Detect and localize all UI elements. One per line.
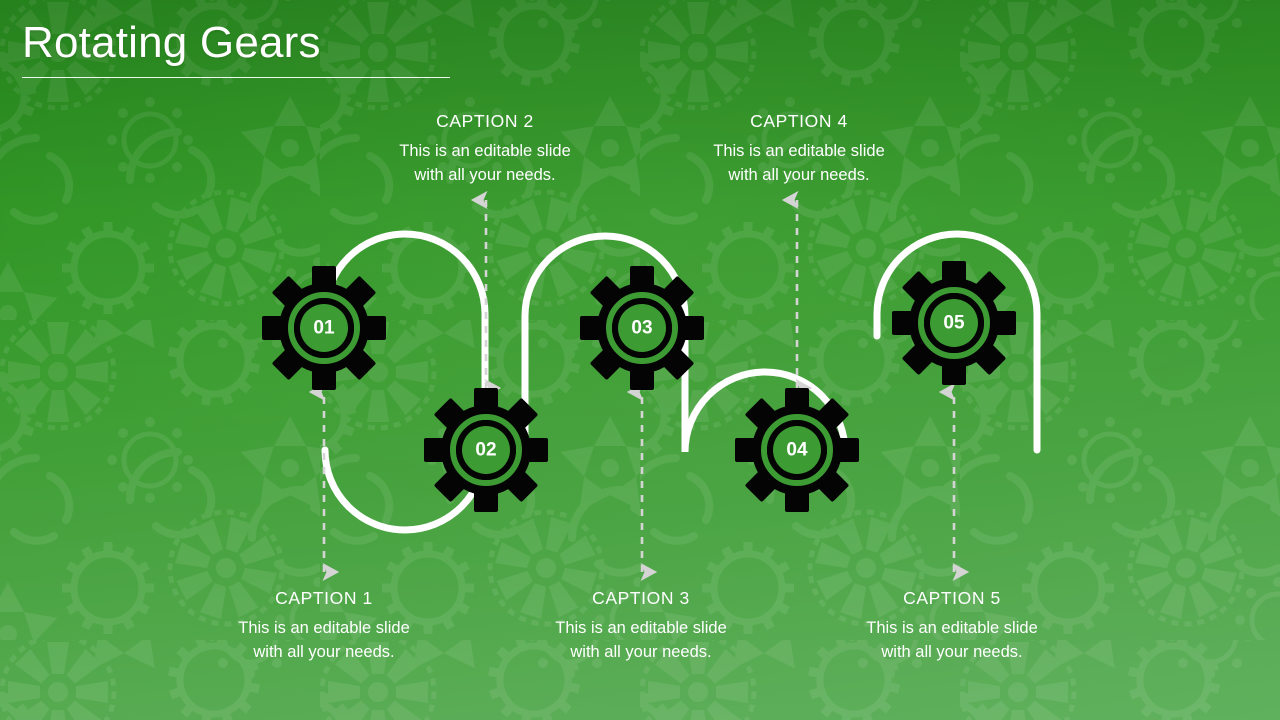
caption-body-2-line-1: This is an editable slide <box>399 142 571 160</box>
caption-body-2-line-2: with all your needs. <box>414 165 556 184</box>
caption-block-4[interactable]: CAPTION 4 This is an editable slide with… <box>669 111 929 188</box>
caption-body-5: This is an editable slide with all your … <box>822 617 1082 665</box>
gear-node-03[interactable]: 03 <box>580 266 704 390</box>
caption-title-2: CAPTION 2 <box>436 111 534 131</box>
caption-body-4: This is an editable slide with all your … <box>669 140 929 188</box>
gear-number-02: 02 <box>475 440 496 461</box>
gear-node-01[interactable]: 01 <box>262 266 386 390</box>
gear-node-02[interactable]: 02 <box>424 388 548 512</box>
caption-body-3-line-2: with all your needs. <box>570 642 712 661</box>
gear-node-05[interactable]: 05 <box>892 261 1016 385</box>
caption-title-1: CAPTION 1 <box>275 588 373 608</box>
caption-title-3: CAPTION 3 <box>592 588 690 608</box>
caption-block-2[interactable]: CAPTION 2 This is an editable slide with… <box>355 111 615 188</box>
caption-block-5[interactable]: CAPTION 5 This is an editable slide with… <box>822 588 1082 665</box>
slide-canvas: Rotating Gears 01 02 03 04 05 CAPTION 1 … <box>0 0 1280 720</box>
caption-body-4-line-2: with all your needs. <box>728 165 870 184</box>
caption-body-5-line-2: with all your needs. <box>881 642 1023 661</box>
caption-block-1[interactable]: CAPTION 1 This is an editable slide with… <box>194 588 454 665</box>
caption-block-3[interactable]: CAPTION 3 This is an editable slide with… <box>511 588 771 665</box>
gear-number-04: 04 <box>786 440 808 461</box>
gear-node-04[interactable]: 04 <box>735 388 859 512</box>
caption-body-1-line-1: This is an editable slide <box>238 619 410 637</box>
caption-body-2: This is an editable slide with all your … <box>355 140 615 188</box>
caption-title-5: CAPTION 5 <box>903 588 1001 608</box>
caption-body-4-line-1: This is an editable slide <box>713 142 885 160</box>
caption-body-1-line-2: with all your needs. <box>253 642 395 661</box>
caption-title-4: CAPTION 4 <box>750 111 848 131</box>
gear-number-01: 01 <box>313 318 335 339</box>
gear-number-05: 05 <box>943 313 965 334</box>
caption-body-3: This is an editable slide with all your … <box>511 617 771 665</box>
caption-body-5-line-1: This is an editable slide <box>866 619 1038 637</box>
gear-number-03: 03 <box>631 318 652 339</box>
caption-body-1: This is an editable slide with all your … <box>194 617 454 665</box>
caption-body-3-line-1: This is an editable slide <box>555 619 727 637</box>
